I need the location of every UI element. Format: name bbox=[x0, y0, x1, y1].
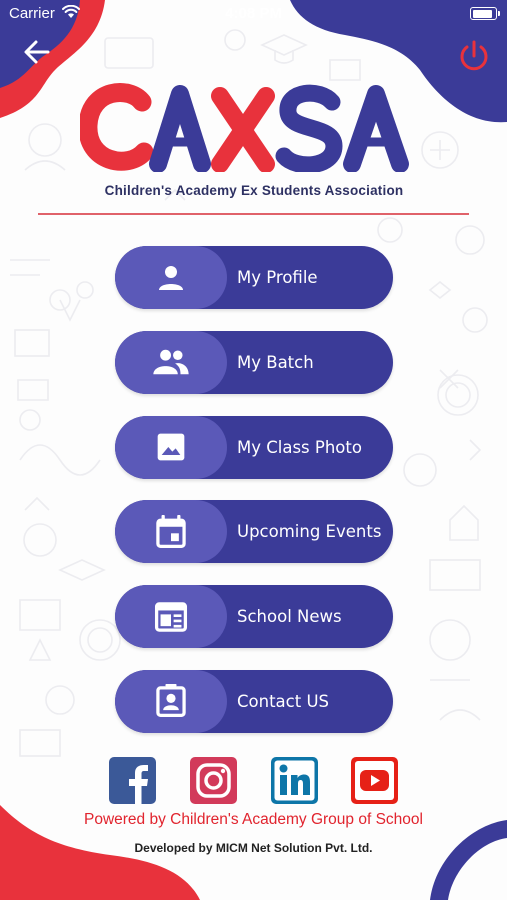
bottom-right-blob bbox=[430, 820, 507, 900]
developed-by-text: Developed by MICM Net Solution Pvt. Ltd. bbox=[134, 841, 373, 855]
my-profile-button[interactable]: My Profile bbox=[115, 246, 393, 309]
menu-item-label: My Class Photo bbox=[237, 437, 362, 457]
my-batch-button[interactable]: My Batch bbox=[115, 330, 393, 394]
menu-item-label: My Batch bbox=[237, 352, 314, 372]
icon-panel bbox=[115, 246, 227, 309]
school-news-button[interactable]: School News bbox=[115, 585, 393, 649]
menu-item-label: Contact US bbox=[237, 691, 329, 711]
powered-by-text: Powered by Children's Academy Group of S… bbox=[84, 811, 423, 828]
instagram-icon[interactable] bbox=[190, 757, 237, 804]
battery-icon bbox=[470, 7, 500, 20]
clock: 4:08 PM bbox=[225, 5, 282, 22]
youtube-icon[interactable] bbox=[351, 757, 398, 804]
contact-card-icon bbox=[156, 684, 186, 718]
calendar-icon bbox=[156, 514, 186, 548]
status-bar: Carrier 4:08 PM bbox=[0, 0, 507, 28]
main-menu: My Profile My Batch My Class Photo Upcom… bbox=[115, 246, 393, 755]
upcoming-events-button[interactable]: Upcoming Events bbox=[115, 500, 393, 564]
facebook-icon[interactable] bbox=[109, 757, 156, 804]
menu-item-label: My Profile bbox=[237, 268, 318, 287]
group-icon bbox=[153, 350, 189, 375]
my-class-photo-button[interactable]: My Class Photo bbox=[115, 415, 393, 479]
association-subtitle: Children's Academy Ex Students Associati… bbox=[104, 183, 404, 198]
menu-item-label: Upcoming Events bbox=[237, 522, 382, 542]
header-divider bbox=[38, 213, 469, 215]
menu-item-label: School News bbox=[237, 607, 342, 627]
power-icon[interactable] bbox=[456, 38, 492, 74]
back-arrow-icon[interactable] bbox=[22, 38, 52, 66]
news-icon bbox=[154, 601, 188, 632]
contact-us-button[interactable]: Contact US bbox=[115, 669, 393, 733]
app-screen: Carrier 4:08 PM Children's Academy Ex St… bbox=[0, 0, 507, 900]
icon-panel bbox=[115, 585, 227, 649]
icon-panel bbox=[115, 330, 227, 394]
person-icon bbox=[159, 265, 183, 290]
icon-panel bbox=[115, 415, 227, 479]
image-icon bbox=[157, 433, 185, 461]
icon-panel bbox=[115, 669, 227, 733]
linkedin-icon[interactable] bbox=[271, 757, 318, 804]
caxsa-logo bbox=[80, 83, 409, 172]
icon-panel bbox=[115, 500, 227, 564]
